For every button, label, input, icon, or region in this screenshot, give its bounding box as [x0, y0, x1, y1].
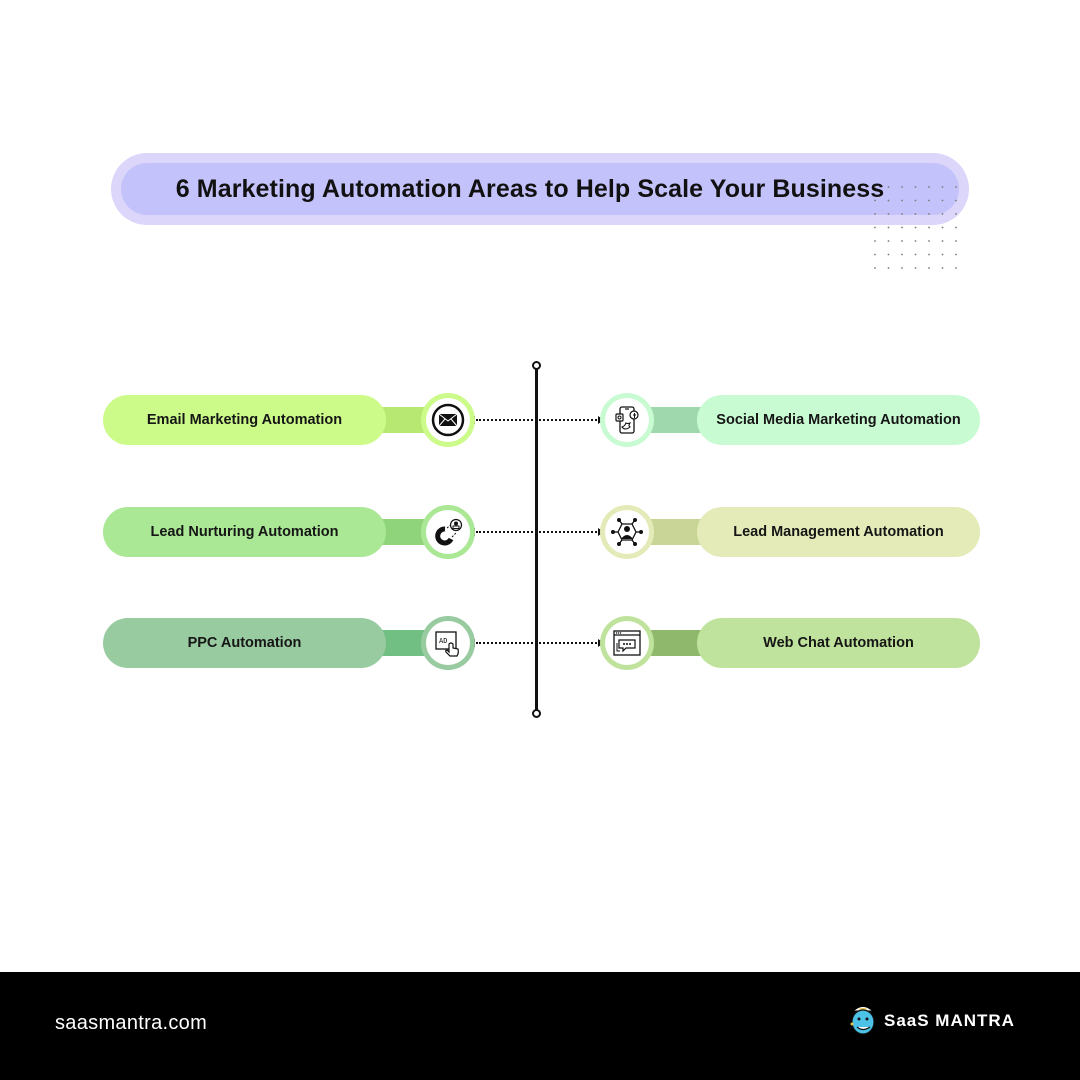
decor-dot [941, 186, 944, 188]
decor-dot [914, 267, 917, 269]
decor-dot [941, 226, 944, 229]
decor-dot [955, 267, 957, 269]
decor-dot [887, 267, 890, 269]
decor-dot [955, 213, 957, 215]
item-web-chat-automation: Web Chat Automation [600, 616, 980, 670]
decor-dot [955, 253, 957, 256]
decor-dot [901, 240, 903, 242]
decor-dot [928, 199, 930, 202]
decor-dot [901, 213, 903, 215]
item-icon-ring [421, 393, 475, 447]
item-label: Lead Management Automation [697, 507, 980, 557]
social-media-phone-icon [615, 406, 639, 434]
decor-dot [928, 213, 930, 215]
decor-dot [874, 253, 876, 256]
decor-dot [874, 267, 876, 269]
decor-dot [928, 267, 930, 269]
network-user-icon [611, 518, 643, 546]
decor-dot [941, 267, 944, 269]
decor-dot [887, 240, 890, 242]
decor-dot [901, 253, 903, 256]
decor-dot [901, 186, 903, 188]
decor-dot [914, 199, 917, 202]
decor-dot [928, 186, 930, 188]
magnet-user-icon [435, 518, 463, 546]
page-title: 6 Marketing Automation Areas to Help Sca… [175, 174, 885, 203]
decor-dot [955, 199, 957, 202]
email-envelope-icon [431, 403, 465, 437]
decor-dot [914, 253, 917, 256]
decor-dot [887, 186, 890, 188]
decor-dot [887, 213, 890, 215]
brand-name: SaaS MANTRA [884, 1011, 1015, 1030]
decor-dot [914, 226, 917, 229]
item-ppc-automation: PPC Automation AD [103, 616, 483, 670]
decor-dot [941, 213, 944, 215]
item-icon-ring [600, 505, 654, 559]
mascot-head-icon [850, 1007, 875, 1035]
decor-dot [941, 199, 944, 202]
decor-dot [914, 213, 917, 215]
item-lead-management-automation: Lead Management Automation [600, 505, 980, 559]
decor-dot [874, 213, 876, 215]
decor-dot [874, 199, 876, 202]
decor-dot [874, 226, 876, 229]
item-label: Social Media Marketing Automation [697, 395, 980, 445]
footer-url-link[interactable]: saasmantra.com [55, 1012, 207, 1035]
item-label: PPC Automation [103, 618, 386, 668]
item-icon-ring [600, 616, 654, 670]
decor-dot [874, 186, 876, 188]
ad-click-icon: AD [435, 631, 459, 657]
item-label: Email Marketing Automation [103, 395, 386, 445]
decor-dot [914, 240, 917, 242]
decor-dot [941, 253, 944, 256]
decor-dot [914, 186, 917, 188]
item-icon-ring: AD [421, 616, 475, 670]
axis-bottom-cap [532, 709, 541, 718]
item-icon-ring [421, 505, 475, 559]
decor-dot [928, 253, 930, 256]
decor-dot [941, 240, 944, 242]
connector-row-2 [476, 531, 600, 533]
title-banner: 6 Marketing Automation Areas to Help Sca… [121, 163, 959, 215]
item-label: Web Chat Automation [697, 618, 980, 668]
axis-top-cap [532, 361, 541, 370]
item-label: Lead Nurturing Automation [103, 507, 386, 557]
item-icon-ring [600, 393, 654, 447]
dot-grid-decoration [874, 186, 957, 269]
brand-logo: SaaS MANTRA [848, 1004, 1015, 1038]
web-chat-window-icon [613, 630, 641, 656]
decor-dot [874, 240, 876, 242]
decor-dot [901, 267, 903, 269]
decor-dot [887, 253, 890, 256]
item-social-media-marketing-automation: Social Media Marketing Automation [600, 393, 980, 447]
connector-row-3 [476, 642, 600, 644]
svg-text:AD: AD [439, 637, 447, 645]
decor-dot [887, 226, 890, 229]
item-lead-nurturing-automation: Lead Nurturing Automation [103, 505, 483, 559]
item-email-marketing-automation: Email Marketing Automation [103, 393, 483, 447]
decor-dot [955, 226, 957, 229]
decor-dot [955, 240, 957, 242]
decor-dot [901, 226, 903, 229]
decor-dot [955, 186, 957, 188]
decor-dot [928, 240, 930, 242]
decor-dot [887, 199, 890, 202]
connector-row-1 [476, 419, 600, 421]
decor-dot [928, 226, 930, 229]
decor-dot [901, 199, 903, 202]
